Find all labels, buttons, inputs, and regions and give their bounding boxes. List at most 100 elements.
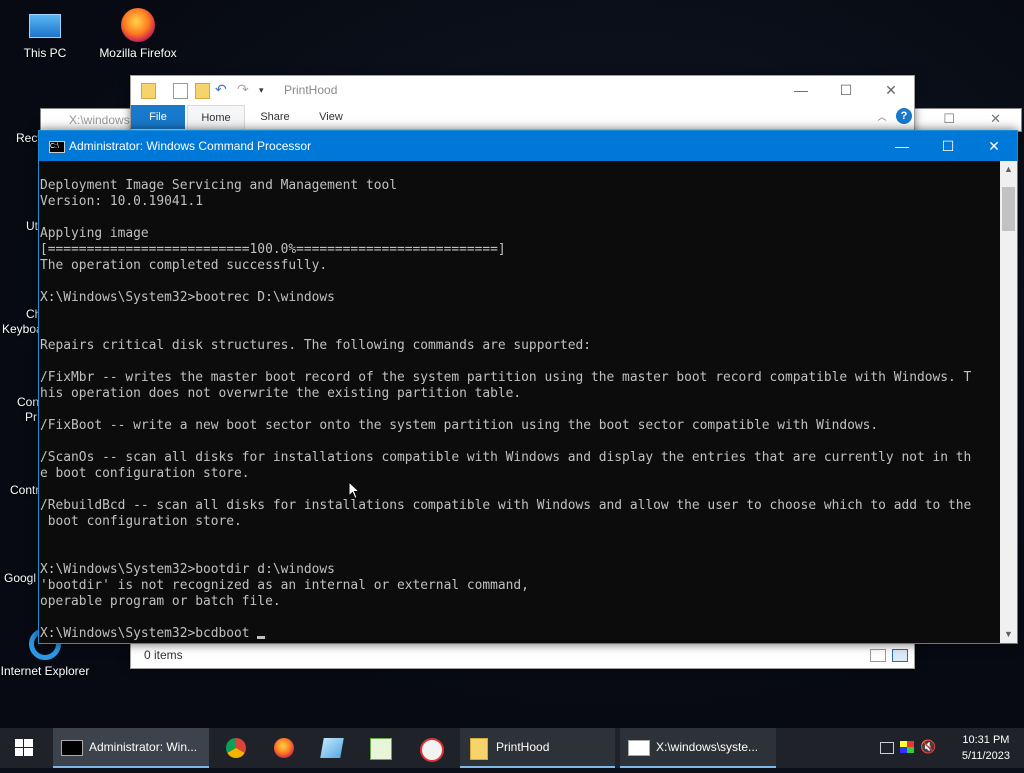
large-icons-view-icon[interactable] [892, 649, 908, 662]
maximize-icon[interactable]: ☐ [943, 111, 955, 127]
taskbar-item-chrome[interactable] [214, 728, 258, 768]
console-line: Repairs critical disk structures. The fo… [40, 338, 592, 353]
system-tray: 🔇 10:31 PM 5/11/2023 [874, 728, 1024, 768]
firefox-icon [121, 8, 155, 42]
console-line: /RebuildBcd -- scan all disks for instal… [40, 498, 972, 513]
console-line: Deployment Image Servicing and Managemen… [40, 178, 397, 193]
desktop-icon-firefox[interactable]: Mozilla Firefox [93, 8, 183, 60]
title-bar: C:\ Administrator: Windows Command Proce… [39, 131, 1017, 161]
scroll-up-icon[interactable]: ▲ [1000, 161, 1017, 178]
notepad-icon [320, 738, 344, 758]
mouse-pointer-icon [348, 481, 360, 500]
vertical-scrollbar[interactable]: ▲ ▼ [1000, 161, 1017, 643]
desktop-icon-label-partial[interactable]: Googl [4, 571, 36, 585]
console-line: X:\Windows\System32>bootrec D:\windows [40, 290, 335, 305]
close-icon[interactable]: ✕ [868, 76, 914, 105]
taskbar-item-notepad[interactable] [310, 728, 354, 768]
taskbar-item-label: X:\windows\syste... [656, 740, 759, 754]
console-line: boot configuration store. [47, 514, 242, 529]
ribbon-tabs: File Home Share View ︿ ? [131, 105, 914, 130]
console-line: [==========================100.0%=======… [40, 242, 506, 257]
network-icon[interactable] [880, 742, 894, 754]
volume-muted-icon[interactable]: 🔇 [920, 739, 936, 755]
folder-icon [470, 738, 488, 760]
undo-icon[interactable]: ↶ [215, 82, 228, 97]
window-title: Administrator: Windows Command Processor [69, 139, 312, 153]
clock-date: 5/11/2023 [961, 750, 1010, 762]
desktop-icon-label-partial[interactable]: Con [17, 395, 39, 409]
command-prompt-window[interactable]: C:\ Administrator: Windows Command Proce… [38, 130, 1018, 644]
desktop-icon-label: Mozilla Firefox [99, 46, 177, 60]
color-settings-icon[interactable] [900, 741, 914, 753]
maximize-icon[interactable]: ☐ [823, 76, 869, 105]
scroll-thumb[interactable] [1002, 187, 1015, 231]
console-line: X:\Windows\System32>bootdir d:\windows [40, 562, 335, 577]
console-line: operable program or batch file. [40, 594, 281, 609]
windows-logo-icon [15, 739, 33, 756]
folder-icon [141, 83, 156, 99]
taskbar-item-firefox[interactable] [262, 728, 306, 768]
tab-home[interactable]: Home [187, 105, 245, 129]
desktop-icon-label-partial[interactable]: Contr [10, 483, 39, 497]
this-pc-icon [28, 8, 62, 42]
console-line: /FixMbr -- writes the master boot record… [40, 370, 972, 385]
tab-share[interactable]: Share [255, 105, 295, 129]
console-line: 'bootdir' is not recognized as an intern… [40, 578, 529, 593]
redo-icon[interactable]: ↷ [237, 82, 250, 97]
new-folder-icon[interactable] [195, 83, 210, 99]
desktop-icon-label-partial[interactable]: Keyboa [2, 322, 43, 336]
console-line: The operation completed successfully. [40, 258, 328, 273]
console-output[interactable]: Deployment Image Servicing and Managemen… [40, 178, 1000, 643]
cmd-icon: C:\ [49, 141, 65, 153]
console-line: e boot configuration store. [40, 466, 250, 481]
desktop-icon-label: This PC [23, 46, 67, 60]
console-line: Version: 10.0.19041.1 [40, 194, 203, 209]
minimize-icon[interactable]: — [879, 131, 925, 161]
clock-time: 10:31 PM [962, 734, 1010, 746]
desktop-icon-label-partial[interactable]: Pr [25, 410, 37, 424]
minimize-icon[interactable]: — [778, 76, 824, 105]
taskbar-item-cmd[interactable]: Administrator: Win... [53, 728, 209, 768]
window-title: X:\windows [69, 113, 130, 127]
chrome-icon [226, 738, 246, 758]
explorer-window-icon [628, 740, 650, 756]
title-bar: ↶ ↷ ▾ PrintHood — ☐ ✕ [131, 76, 914, 105]
item-count: 0 items [144, 648, 183, 662]
status-bar: 0 items [131, 641, 914, 668]
help-icon[interactable]: ? [896, 108, 912, 124]
desktop: This PC Mozilla Firefox Internet Explore… [0, 0, 1024, 728]
desktop-icon-label-partial[interactable]: Ut [26, 219, 38, 233]
tab-view[interactable]: View [311, 105, 351, 129]
tab-file[interactable]: File [131, 105, 185, 129]
taskbar-item-paint[interactable] [408, 728, 452, 768]
taskbar-item-editor[interactable] [358, 728, 402, 768]
taskbar-item-label: Administrator: Win... [89, 740, 198, 754]
console-line: Applying image [40, 226, 149, 241]
scroll-down-icon[interactable]: ▼ [1000, 626, 1017, 643]
taskbar-item-printhood[interactable]: PrintHood [460, 728, 615, 768]
console-line: his operation does not overwrite the exi… [40, 386, 522, 401]
close-icon[interactable]: ✕ [971, 131, 1017, 161]
start-button[interactable] [0, 728, 48, 768]
collapse-ribbon-icon[interactable]: ︿ [874, 105, 890, 129]
chevron-down-icon[interactable]: ▾ [259, 83, 272, 97]
text-cursor [257, 636, 266, 639]
desktop-icon-this-pc[interactable]: This PC [0, 8, 90, 60]
paint-icon [420, 738, 444, 762]
desktop-icon-label: Internet Explorer [0, 664, 90, 678]
taskbar: Administrator: Win... PrintHood X:\windo… [0, 728, 1024, 768]
maximize-icon[interactable]: ☐ [925, 131, 971, 161]
window-title: PrintHood [284, 83, 338, 97]
properties-icon[interactable] [173, 83, 188, 99]
details-view-icon[interactable] [870, 649, 886, 662]
editor-icon [370, 738, 392, 760]
taskbar-item-explorer-windows[interactable]: X:\windows\syste... [620, 728, 776, 768]
console-prompt[interactable]: X:\Windows\System32>bcdboot [40, 626, 257, 641]
firefox-icon [274, 738, 294, 758]
cmd-icon [61, 740, 83, 756]
console-line: /FixBoot -- write a new boot sector onto… [40, 418, 879, 433]
clock[interactable]: 10:31 PM 5/11/2023 [962, 732, 1010, 764]
close-icon[interactable]: ✕ [990, 111, 1001, 127]
console-line: /ScanOs -- scan all disks for installati… [40, 450, 972, 465]
taskbar-item-label: PrintHood [496, 740, 550, 754]
